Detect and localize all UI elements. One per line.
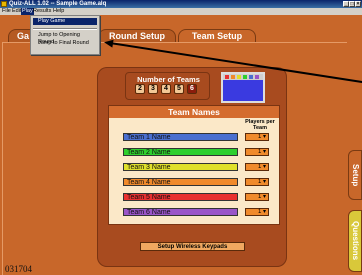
- menu-bar: File Edit Play Results Help: [0, 8, 362, 15]
- side-tab-questions[interactable]: Questions: [348, 210, 362, 272]
- team-count-2-button[interactable]: 2: [135, 84, 145, 94]
- team-1-players-select[interactable]: 1 ▾: [245, 133, 269, 141]
- preview-swatch: [231, 75, 235, 79]
- team-1-name-field[interactable]: Team 1 Name: [123, 133, 238, 141]
- preview-swatch: [237, 75, 241, 79]
- team-names-box: Team Names Players per Team Team 1 Name …: [108, 105, 280, 225]
- team-names-header: Team Names: [109, 106, 279, 118]
- play-menu-dropdown: Play Game Jump to Opening Round Jump to …: [30, 15, 100, 55]
- team-4-name-field[interactable]: Team 4 Name: [123, 178, 238, 186]
- menu-item-jump-final-round[interactable]: Jump to Final Round: [33, 40, 97, 47]
- menu-separator: [33, 28, 97, 30]
- team-count-5-button[interactable]: 5: [174, 84, 184, 94]
- menu-results[interactable]: Results: [32, 8, 52, 15]
- team-2-name-field[interactable]: Team 2 Name: [123, 148, 238, 156]
- preview-swatch: [243, 75, 247, 79]
- setup-wireless-keypads-button[interactable]: Setup Wireless Keypads: [140, 242, 245, 251]
- tab-team-setup[interactable]: Team Setup: [178, 29, 256, 43]
- number-of-teams-label: Number of Teams: [137, 75, 200, 84]
- title-bar: Quiz-ALL 1.02 -- Sample Game.alq _ □ ×: [0, 0, 362, 8]
- team-3-players-select[interactable]: 1 ▾: [245, 163, 269, 171]
- menu-help[interactable]: Help: [52, 8, 65, 15]
- preview-swatch: [225, 75, 229, 79]
- menu-item-play-game[interactable]: Play Game: [33, 18, 97, 25]
- side-tab-setup[interactable]: Setup: [348, 150, 362, 200]
- team-4-players-select[interactable]: 1 ▾: [245, 178, 269, 186]
- annotation-arrow-head: [103, 38, 114, 48]
- players-per-team-header: Players per Team: [245, 119, 275, 131]
- number-of-teams-panel: Number of Teams 2 3 4 5 6: [125, 72, 210, 100]
- team-2-players-select[interactable]: 1 ▾: [245, 148, 269, 156]
- close-button[interactable]: ×: [355, 1, 361, 7]
- preview-color-bar: [223, 74, 263, 80]
- team-5-players-select[interactable]: 1 ▾: [245, 193, 269, 201]
- team-count-4-button[interactable]: 4: [161, 84, 171, 94]
- window-title: Quiz-ALL 1.02 -- Sample Game.alq: [9, 1, 107, 7]
- team-5-name-field[interactable]: Team 5 Name: [123, 193, 238, 201]
- footer-code: 031704: [5, 264, 32, 274]
- menu-item-jump-opening-round[interactable]: Jump to Opening Round: [33, 32, 97, 45]
- app-icon: [1, 1, 7, 7]
- team-3-name-field[interactable]: Team 3 Name: [123, 163, 238, 171]
- team-6-name-field[interactable]: Team 6 Name: [123, 208, 238, 216]
- display-preview: [221, 72, 265, 103]
- preview-swatch: [249, 75, 253, 79]
- team-count-6-button[interactable]: 6: [187, 84, 197, 94]
- team-count-3-button[interactable]: 3: [148, 84, 158, 94]
- team-6-players-select[interactable]: 1 ▾: [245, 208, 269, 216]
- preview-swatch: [255, 75, 259, 79]
